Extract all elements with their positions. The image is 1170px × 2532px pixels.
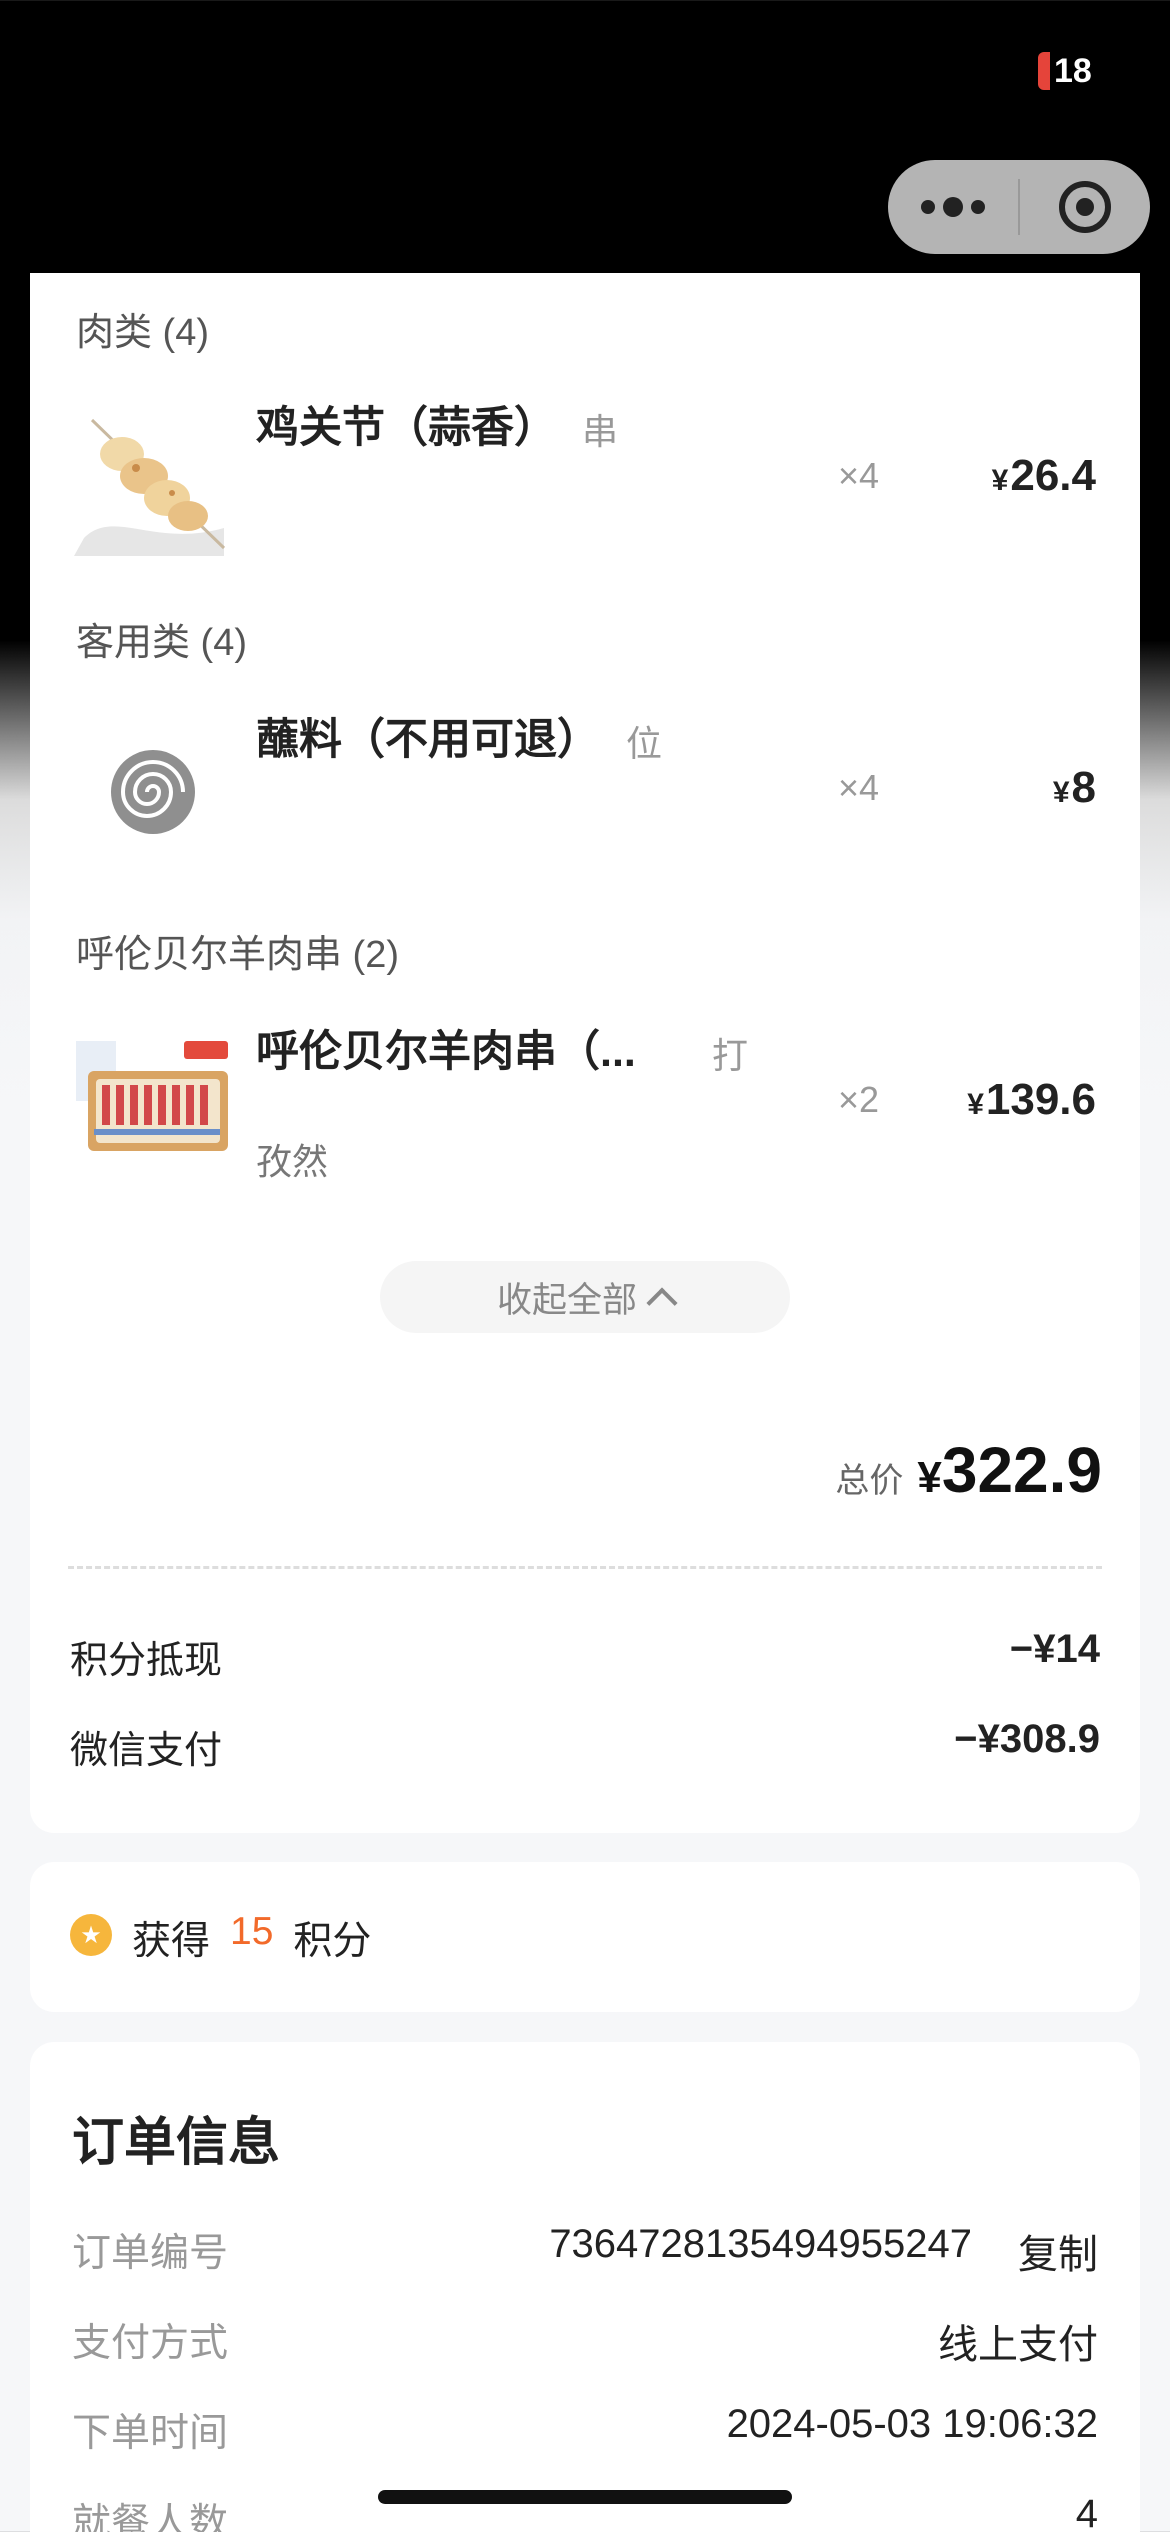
- price-value: 8: [1071, 763, 1096, 812]
- payment-method-value: 线上支付: [938, 2323, 1098, 2367]
- item-unit: 串: [582, 411, 619, 452]
- more-dots-icon-right: [971, 200, 985, 214]
- order-time-label: 下单时间: [72, 2412, 229, 2455]
- chevron-up-icon: [646, 1287, 678, 1319]
- order-number-label: 订单编号: [72, 2232, 229, 2275]
- diners-count-value: 4: [1075, 2492, 1098, 2532]
- item-name: 蘸料（不用可退）: [256, 716, 600, 764]
- payment-method-label: 支付方式: [72, 2322, 229, 2365]
- target-circle-icon: [1059, 181, 1111, 233]
- star-icon: ★: [70, 1914, 112, 1956]
- lamb-skewer-tray-image: [74, 1021, 232, 1179]
- points-suffix: 积分: [293, 1920, 372, 1963]
- points-deduction-label: 积分抵现: [70, 1640, 223, 1682]
- item-quantity: ×2: [838, 1079, 880, 1120]
- order-time-value: 2024-05-03 19:06:32: [726, 2402, 1098, 2446]
- points-prefix: 获得: [132, 1920, 211, 1963]
- diners-count-label: 就餐人数: [72, 2502, 229, 2532]
- wechat-pay-label: 微信支付: [70, 1730, 223, 1772]
- mini-program-capsule: [888, 160, 1150, 254]
- sauce-swirl-image: [74, 710, 232, 868]
- battery-text: 18: [1054, 51, 1092, 90]
- total-label: 总价: [835, 1462, 904, 1500]
- dashed-divider: [68, 1566, 1102, 1569]
- currency-symbol: ¥: [991, 464, 1009, 497]
- more-dots-icon-center: [943, 197, 963, 217]
- currency-symbol: ¥: [1052, 776, 1070, 809]
- points-deduction-value: −¥14: [1009, 1627, 1100, 1671]
- price-value: 26.4: [1010, 451, 1096, 500]
- category-title: 客用类 (4): [76, 622, 248, 664]
- item-name: 呼伦贝尔羊肉串（...: [256, 1028, 636, 1076]
- close-button[interactable]: [1020, 160, 1150, 254]
- item-unit: 位: [626, 723, 663, 764]
- currency-symbol: ¥: [967, 1088, 984, 1121]
- chicken-skewer-image: [74, 398, 232, 556]
- battery-indicator: 18: [1038, 50, 1092, 92]
- item-price: ¥26.4: [992, 451, 1096, 501]
- order-info-card: 订单信息 订单编号 7364728135494955247 复制 支付方式 线上…: [30, 2042, 1140, 2532]
- category-title: 肉类 (4): [76, 312, 210, 354]
- item-name: 鸡关节（蒜香）: [256, 404, 557, 452]
- copy-button[interactable]: 复制: [1018, 2222, 1098, 2280]
- item-quantity: ×4: [838, 455, 880, 496]
- collapse-label: 收起全部: [496, 1280, 637, 1320]
- order-info-title: 订单信息: [72, 2114, 281, 2172]
- collapse-all-button[interactable]: 收起全部: [380, 1261, 790, 1333]
- category-title: 呼伦贝尔羊肉串 (2): [76, 934, 400, 976]
- item-unit: 打: [712, 1035, 749, 1076]
- total-price: 总价 ¥322.9: [835, 1433, 1102, 1507]
- wechat-pay-value: −¥308.9: [954, 1717, 1100, 1761]
- points-earned-text: 获得 15 积分: [132, 1910, 371, 1966]
- total-value: ¥322.9: [917, 1433, 1102, 1507]
- more-button[interactable]: [888, 160, 1018, 254]
- order-number-value: 7364728135494955247: [549, 2222, 972, 2266]
- battery-level: [1038, 52, 1050, 90]
- more-dots-icon: [921, 200, 935, 214]
- price-value: 139.6: [985, 1075, 1096, 1124]
- points-earned-card: ★ 获得 15 积分: [30, 1862, 1140, 2012]
- item-note: 孜然: [256, 1141, 329, 1182]
- currency-symbol: ¥: [917, 1453, 942, 1502]
- item-price: ¥139.6: [967, 1075, 1096, 1125]
- order-items-card: 肉类 (4) 鸡关节（蒜香） 串 ×4 ¥26.4 客用类 (4) 蘸料（不用可…: [30, 273, 1140, 1833]
- item-quantity: ×4: [838, 767, 880, 808]
- status-bar: 18: [0, 0, 1170, 150]
- total-amount: 322.9: [941, 1434, 1102, 1506]
- item-price: ¥8: [1053, 763, 1096, 813]
- points-amount: 15: [230, 1910, 274, 1953]
- home-indicator: [378, 2490, 792, 2504]
